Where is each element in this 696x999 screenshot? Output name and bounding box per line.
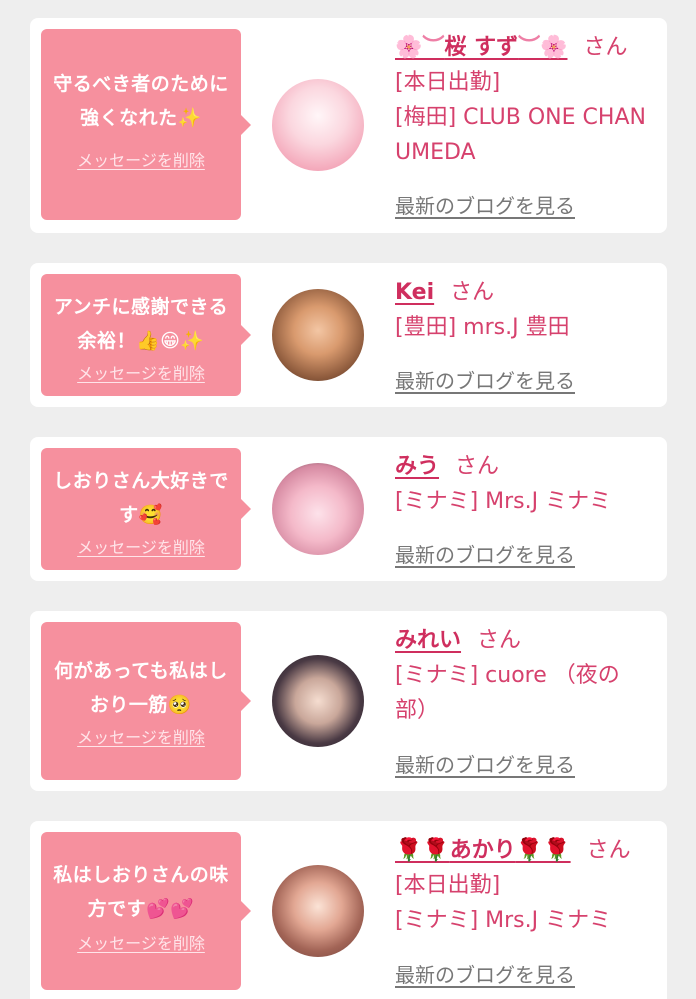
message-text: 守るべき者のために強くなれた✨: [53, 73, 229, 129]
sender-name: あかり: [449, 838, 516, 863]
message-bubble: 何があっても私はしおり一筋🥺 メッセージを削除: [41, 622, 251, 780]
honorific: さん: [583, 35, 628, 60]
message-bubble: しおりさん大好きです🥰 メッセージを削除: [41, 448, 251, 570]
honorific: さん: [586, 838, 631, 863]
shop-name: [ミナミ] Mrs.J ミナミ: [395, 489, 612, 514]
sender-name: みう: [395, 454, 440, 479]
sender-name: Kei: [395, 280, 435, 305]
delete-message-link[interactable]: メッセージを削除: [77, 930, 205, 954]
message-text: 私はしおりさんの味方です💕💕: [53, 864, 229, 920]
sender-info: 🌹🌹あかり🌹🌹 さん [本日出勤] [ミナミ] Mrs.J ミナミ: [395, 833, 647, 938]
sender-name-link[interactable]: みう: [395, 454, 439, 479]
delete-message-link[interactable]: メッセージを削除: [77, 147, 205, 171]
delete-message-link[interactable]: メッセージを削除: [77, 360, 205, 384]
name-decoration: 🌸︶: [395, 35, 445, 60]
message-text: アンチに感謝できる余裕！👍😁✨: [53, 296, 229, 352]
delete-message-link[interactable]: メッセージを削除: [77, 534, 205, 558]
shop-name: [梅田] CLUB ONE CHAN UMEDA: [395, 105, 646, 165]
sender-name-link[interactable]: 🌸︶桜 すず︶🌸: [395, 35, 567, 60]
latest-blog-link[interactable]: 最新のブログを見る: [395, 539, 575, 568]
sender-name-link[interactable]: Kei: [395, 280, 434, 305]
delete-message-link[interactable]: メッセージを削除: [77, 724, 205, 748]
honorific: さん: [455, 454, 500, 479]
message-card: 守るべき者のために強くなれた✨ メッセージを削除 🌸︶桜 すず︶🌸 さん [本日出勤…: [30, 18, 667, 233]
message-bubble: アンチに感謝できる余裕！👍😁✨ メッセージを削除: [41, 274, 251, 396]
name-decoration: 🌹🌹: [395, 838, 450, 863]
honorific: さん: [450, 280, 495, 305]
avatar[interactable]: [272, 655, 364, 747]
message-card: しおりさん大好きです🥰 メッセージを削除 みう さん [ミナミ] Mrs.J ミナ…: [30, 437, 667, 581]
name-decoration: 🌹🌹: [515, 838, 571, 863]
shop-name: [豊田] mrs.J 豊田: [395, 315, 570, 340]
sender-name: みれい: [395, 628, 462, 653]
sender-info: みれい さん [ミナミ] cuore （夜の部）: [395, 623, 647, 728]
honorific: さん: [477, 628, 522, 653]
avatar[interactable]: [272, 463, 364, 555]
message-bubble: 私はしおりさんの味方です💕💕 メッセージを削除: [41, 832, 251, 990]
sender-info: みう さん [ミナミ] Mrs.J ミナミ: [395, 449, 647, 519]
sender-name-link[interactable]: 🌹🌹あかり🌹🌹: [395, 838, 571, 863]
work-status: [本日出勤]: [395, 873, 501, 898]
sender-info: Kei さん [豊田] mrs.J 豊田: [395, 275, 647, 345]
message-text: しおりさん大好きです🥰: [53, 470, 229, 526]
avatar[interactable]: [272, 865, 364, 957]
name-decoration: ︶🌸: [518, 35, 568, 60]
shop-name: [ミナミ] Mrs.J ミナミ: [395, 908, 612, 933]
message-card: 何があっても私はしおり一筋🥺 メッセージを削除 みれい さん [ミナミ] cuor…: [30, 611, 667, 791]
sender-name: 桜 すず: [444, 35, 519, 60]
sender-info: 🌸︶桜 すず︶🌸 さん [本日出勤] [梅田] CLUB ONE CHAN UMED…: [395, 30, 647, 170]
message-bubble: 守るべき者のために強くなれた✨ メッセージを削除: [41, 29, 251, 220]
sender-name-link[interactable]: みれい: [395, 628, 461, 653]
message-card: 私はしおりさんの味方です💕💕 メッセージを削除 🌹🌹あかり🌹🌹 さん [本日出勤] …: [30, 821, 667, 999]
latest-blog-link[interactable]: 最新のブログを見る: [395, 959, 575, 988]
shop-name: [ミナミ] cuore （夜の部）: [395, 663, 620, 723]
latest-blog-link[interactable]: 最新のブログを見る: [395, 749, 575, 778]
avatar[interactable]: [272, 79, 364, 171]
work-status: [本日出勤]: [395, 70, 501, 95]
message-text: 何があっても私はしおり一筋🥺: [54, 660, 228, 716]
latest-blog-link[interactable]: 最新のブログを見る: [395, 365, 575, 394]
latest-blog-link[interactable]: 最新のブログを見る: [395, 190, 575, 219]
message-card: アンチに感謝できる余裕！👍😁✨ メッセージを削除 Kei さん [豊田] mrs.…: [30, 263, 667, 407]
avatar[interactable]: [272, 289, 364, 381]
